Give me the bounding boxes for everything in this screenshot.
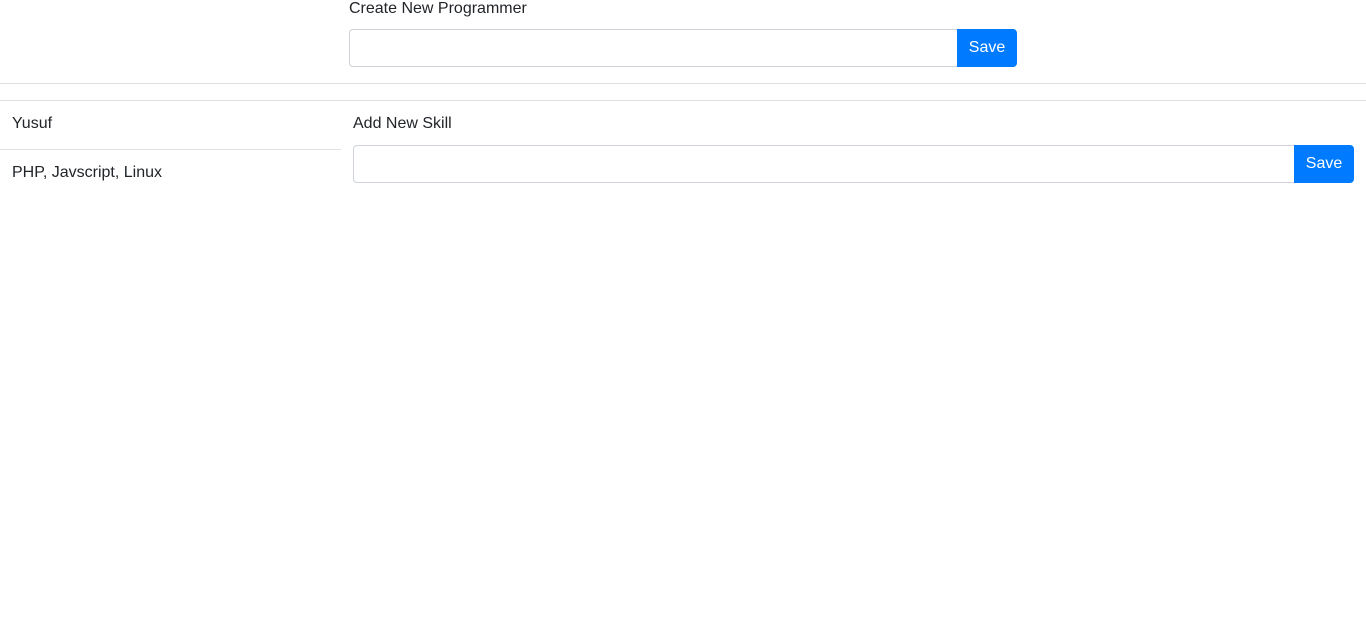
programmer-skills: PHP, Javscript, Linux — [12, 164, 162, 181]
save-skill-button[interactable]: Save — [1294, 145, 1354, 183]
save-programmer-button[interactable]: Save — [957, 29, 1017, 67]
programmer-list: Yusuf PHP, Javscript, Linux — [0, 101, 341, 198]
programmer-name[interactable]: Yusuf — [0, 101, 341, 150]
divider-top — [0, 83, 1366, 84]
skill-input[interactable] — [353, 145, 1294, 183]
add-skill-label: Add New Skill — [353, 115, 452, 132]
programmer-name-input[interactable] — [349, 29, 957, 67]
create-programmer-label: Create New Programmer — [349, 0, 527, 17]
